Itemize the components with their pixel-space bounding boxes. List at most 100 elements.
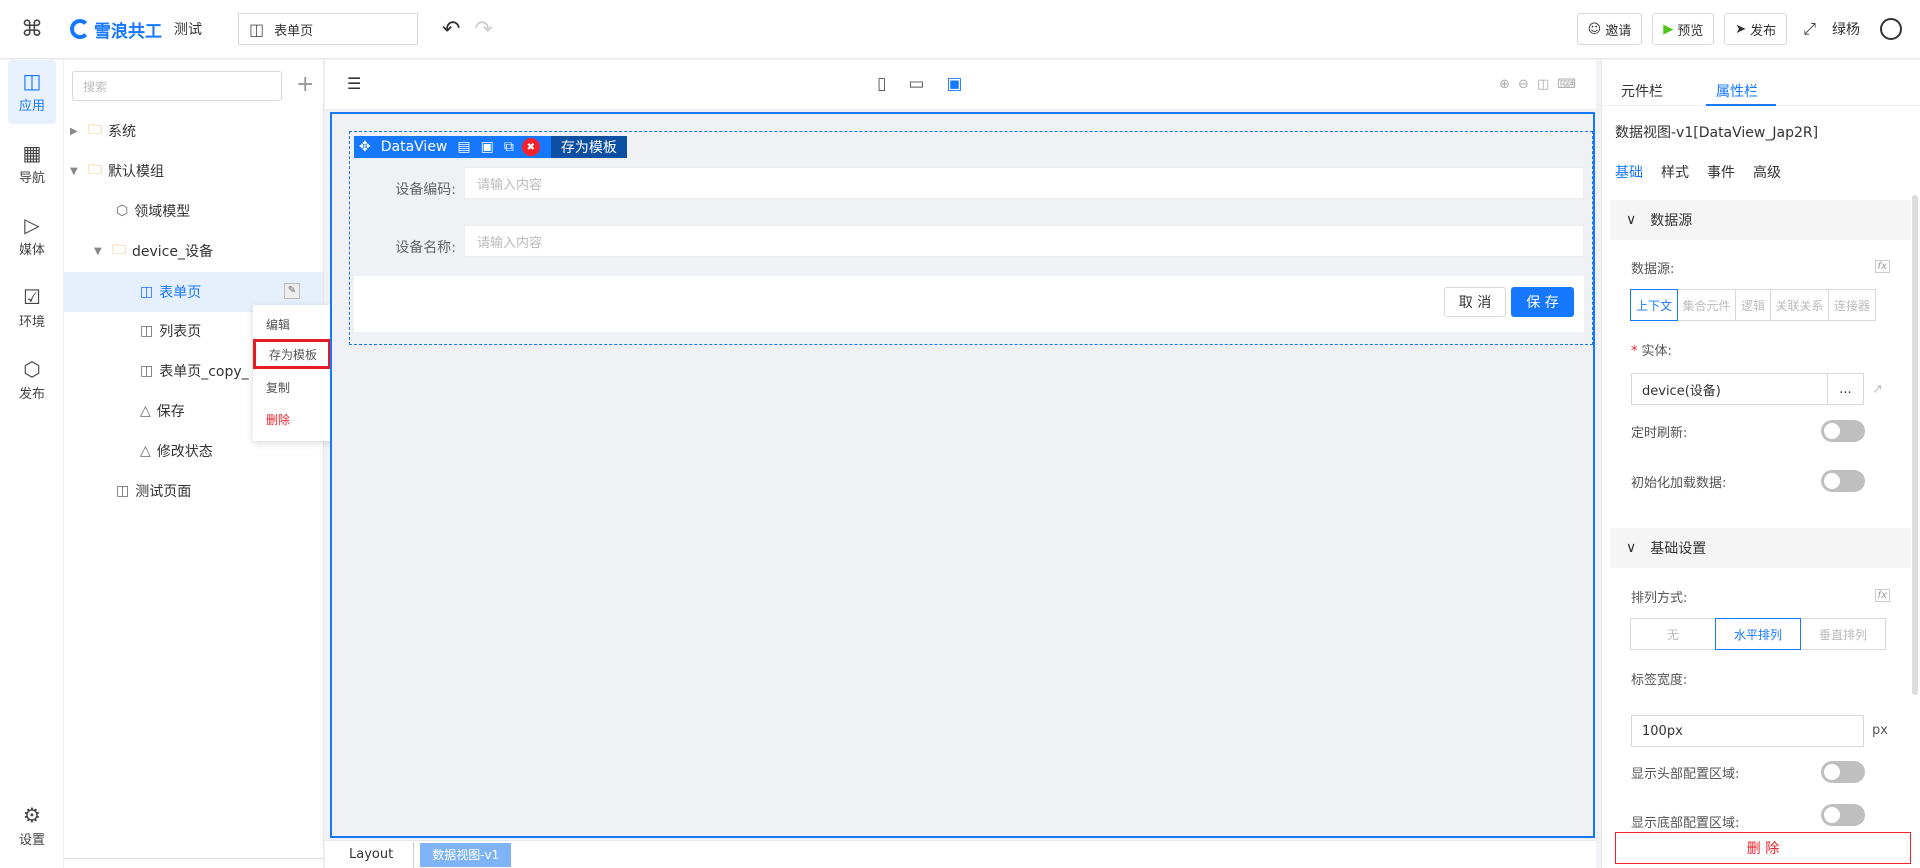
breadcrumb-current[interactable]: 数据视图-v1 [420, 842, 512, 867]
copy-icon[interactable]: ⧉ [499, 136, 519, 158]
tab-properties[interactable]: 属性栏 [1716, 81, 1758, 101]
outline-menu-icon[interactable]: ☰ [347, 74, 361, 93]
tree-node-domain-model[interactable]: ⬡ 领域模型 [116, 197, 190, 225]
subtab-basic[interactable]: 基础 [1615, 162, 1643, 182]
undo-icon[interactable]: ↶ [442, 17, 460, 42]
tree-node-device[interactable]: ▼ 🗀 device_设备 [94, 237, 213, 265]
tree-node-change-status[interactable]: △ 修改状态 [140, 437, 213, 465]
rail-item-media[interactable]: ▷ 媒体 [8, 204, 56, 268]
entity-more-button[interactable]: ... [1827, 374, 1863, 404]
caret-down-icon[interactable]: ▼ [94, 246, 106, 257]
zoom-out-icon[interactable]: ⊖ [1518, 77, 1529, 92]
save-button[interactable]: 保 存 [1511, 287, 1574, 317]
show-footer-toggle[interactable] [1821, 804, 1865, 826]
breadcrumb-layout[interactable]: Layout [325, 841, 415, 868]
fullscreen-icon[interactable]: ⤢ [1803, 19, 1816, 39]
cube-icon: ⬡ [116, 203, 129, 219]
option-logic[interactable]: 逻辑 [1735, 289, 1771, 321]
datasource-label: 数据源: [1631, 262, 1675, 277]
invite-button[interactable]: ☺ 邀请 [1576, 13, 1643, 45]
doc-icon[interactable]: ▤ [452, 136, 475, 158]
code-icon[interactable]: ▣ [476, 136, 499, 158]
tree-node-list-page[interactable]: ◫ 列表页 [140, 317, 201, 345]
tree-node-system[interactable]: ▶ 🗀 系统 [70, 117, 136, 145]
breadcrumb: Layout 数据视图-v1 [325, 840, 1596, 868]
avatar[interactable] [1880, 18, 1902, 40]
tree-node-default-module[interactable]: ▼ 🗀 默认模组 [70, 157, 164, 185]
design-canvas[interactable]: ✥ DataView ▤ ▣ ⧉ ✖ 存为模板 设备编码: 请输入内容 设备名称… [330, 112, 1595, 838]
delete-component-button[interactable]: 删 除 [1615, 832, 1911, 864]
menu-item-save-template[interactable]: 存为模板 [253, 339, 331, 369]
subtab-advanced[interactable]: 高级 [1753, 162, 1781, 182]
preview-button[interactable]: ▶ 预览 [1652, 13, 1715, 45]
option-vertical[interactable]: 垂直排列 [1800, 618, 1886, 650]
cancel-button[interactable]: 取 消 [1444, 287, 1506, 317]
trash-icon[interactable]: ✖ [521, 138, 540, 156]
rail-item-publish[interactable]: ⬡ 发布 [8, 348, 56, 412]
tab-components[interactable]: 元件栏 [1621, 81, 1663, 101]
section-basic-settings[interactable]: ∨ 基础设置 [1610, 528, 1911, 568]
device-name-input[interactable]: 请输入内容 [464, 225, 1584, 257]
page-selector[interactable]: ◫ 表单页 [238, 13, 418, 45]
edit-icon[interactable]: ✎ [284, 283, 300, 299]
rail-item-app[interactable]: ◫ 应用 [8, 60, 56, 124]
timer-refresh-label: 定时刷新: [1631, 426, 1688, 441]
option-collection[interactable]: 集合元件 [1677, 289, 1736, 321]
option-horizontal[interactable]: 水平排列 [1715, 618, 1801, 650]
page-tree-panel: 搜索 + ▶ 🗀 系统 ▼ 🗀 默认模组 ⬡ 领域模型 ▼ 🗀 device_设… [64, 60, 324, 868]
rail-item-nav[interactable]: ▦ 导航 [8, 132, 56, 196]
tree-node-test-page[interactable]: ◫ 测试页面 [116, 477, 191, 505]
datasource-selector: 上下文 集合元件 逻辑 关联关系 连接器 [1630, 289, 1876, 321]
panel-scrollbar[interactable] [1912, 195, 1918, 695]
zoom-in-icon[interactable]: ⊕ [1499, 77, 1510, 92]
formula-icon[interactable]: fx [1874, 589, 1890, 602]
apps-grid-icon[interactable]: ⌘ [0, 17, 64, 42]
option-relation[interactable]: 关联关系 [1770, 289, 1829, 321]
show-header-toggle[interactable] [1821, 761, 1865, 783]
rail-item-settings[interactable]: ⚙ 设置 [8, 794, 56, 858]
caret-down-icon[interactable]: ▼ [70, 166, 82, 177]
entity-selector[interactable]: device(设备) ... [1631, 373, 1864, 405]
search-input[interactable]: 搜索 [72, 71, 282, 101]
user-name[interactable]: 绿杨 [1832, 19, 1860, 39]
tablet-icon[interactable]: ▭ [908, 74, 924, 94]
page-select-label: 表单页 [274, 23, 314, 39]
publish-button[interactable]: ➤ 发布 [1724, 13, 1788, 45]
menu-item-copy[interactable]: 复制 [253, 372, 331, 402]
active-tab-indicator [1706, 104, 1776, 106]
redo-icon[interactable]: ↷ [474, 17, 492, 42]
tree-node-form-page-copy[interactable]: ◫ 表单页_copy_ [140, 357, 249, 385]
menu-item-delete[interactable]: 删除 [253, 404, 331, 434]
option-connector[interactable]: 连接器 [1828, 289, 1876, 321]
tree-node-save[interactable]: △ 保存 [140, 397, 185, 425]
menu-item-edit[interactable]: 编辑 [253, 309, 331, 339]
code-icon[interactable]: ⌨ [1557, 77, 1576, 92]
formula-icon[interactable]: fx [1874, 260, 1890, 273]
timer-refresh-toggle[interactable] [1821, 420, 1865, 442]
option-context[interactable]: 上下文 [1630, 289, 1678, 321]
tree-node-label: 领域模型 [134, 204, 191, 220]
logic-icon: △ [140, 443, 151, 459]
mobile-icon[interactable]: ▯ [877, 74, 886, 94]
subtab-event[interactable]: 事件 [1707, 162, 1735, 182]
option-none[interactable]: 无 [1630, 618, 1716, 650]
tree-node-form-page[interactable]: ◫ 表单页 [140, 278, 201, 306]
subtab-style[interactable]: 样式 [1661, 162, 1689, 182]
init-load-toggle[interactable] [1821, 470, 1865, 492]
open-link-icon[interactable]: ↗ [1872, 382, 1883, 397]
caret-right-icon[interactable]: ▶ [70, 126, 82, 137]
section-datasource[interactable]: ∨ 数据源 [1610, 200, 1911, 240]
tree-node-label: 修改状态 [156, 444, 213, 460]
publish-label: 发布 [1750, 23, 1777, 39]
save-template-button[interactable]: 存为模板 [550, 136, 627, 158]
desktop-icon[interactable]: ▣ [946, 74, 962, 94]
layout-icon[interactable]: ◫ [1537, 77, 1549, 92]
logic-icon: △ [140, 403, 151, 419]
rail-item-env[interactable]: ☑ 环境 [8, 276, 56, 340]
folder-icon: 🗀 [88, 122, 102, 138]
move-icon[interactable]: ✥ [354, 136, 376, 158]
field-label: 设备编码: [395, 182, 456, 198]
device-code-input[interactable]: 请输入内容 [464, 167, 1584, 199]
label-width-input[interactable]: 100px [1631, 715, 1864, 747]
add-icon[interactable]: + [296, 72, 314, 97]
